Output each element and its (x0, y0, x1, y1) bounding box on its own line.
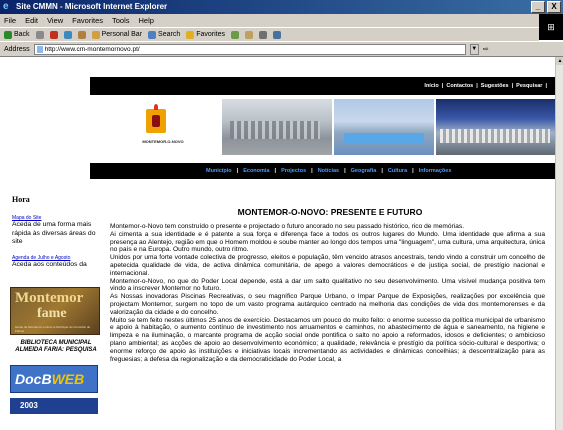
page-viewport: Início | Contactos | Sugestões | Pesquis… (0, 57, 555, 430)
refresh-button[interactable] (63, 30, 72, 39)
top-link-inicio[interactable]: Início (424, 83, 438, 89)
close-button[interactable]: X (547, 1, 561, 13)
paragraph-6: Muito se tem feito nestes últimos 25 ano… (110, 316, 545, 363)
site-map-description: Aceda de uma forma mais rápida às divers… (12, 221, 96, 245)
internet-explorer-icon: e (3, 1, 9, 12)
nav-geografia[interactable]: Geografia (351, 168, 377, 174)
address-input[interactable]: http://www.cm-montemornovo.pt/ (33, 43, 466, 55)
castle-logo-icon (146, 104, 166, 133)
menu-tools[interactable]: Tools (112, 16, 130, 25)
refresh-icon (63, 30, 72, 39)
print-icon (259, 30, 268, 39)
paragraph-4: Montemor-o-Novo, no que do Poder Local d… (110, 277, 545, 293)
window-controls: _ X (531, 1, 561, 13)
stop-button[interactable] (49, 30, 58, 39)
top-link-sugestoes[interactable]: Sugestões (481, 83, 509, 89)
window-title-bar: e Site CMMN - Microsoft Internet Explore… (0, 0, 563, 14)
banner-photo-pool (334, 99, 434, 155)
paragraph-1: Montemor-o-Novo tem construído o present… (110, 223, 465, 230)
site-logo[interactable]: MONTEMOR-O-NOVO (118, 101, 208, 161)
page-title: MONTEMOR-O-NOVO: PRESENTE E FUTURO (237, 207, 423, 217)
search-icon (148, 30, 157, 39)
nav-projectos[interactable]: Projectos (281, 168, 306, 174)
home-icon (77, 30, 86, 39)
site-banner: MONTEMOR-O-NOVO (90, 95, 555, 163)
home-button[interactable] (77, 30, 86, 39)
window-title: Site CMMN - Microsoft Internet Explorer (16, 2, 168, 11)
history-button[interactable] (231, 30, 240, 39)
favorites-icon (186, 30, 195, 39)
menu-bar: File Edit View Favorites Tools Help (0, 14, 563, 27)
page-icon (36, 45, 43, 53)
agenda-description: Aceda aos conteúdos da (12, 261, 87, 268)
paragraph-2: Ai cimenta a sua identidade e é patente … (110, 230, 545, 254)
mail-icon (245, 30, 254, 39)
biblioteca-link[interactable]: BIBLIOTECA MUNICIPAL ALMEIDA FARIA: PESQ… (12, 340, 100, 354)
nav-municipio[interactable]: Município (206, 168, 232, 174)
top-link-contactos[interactable]: Contactos (446, 83, 473, 89)
address-dropdown-button[interactable]: ▼ (469, 43, 479, 55)
year-banner[interactable]: 2003 (10, 398, 98, 414)
windows-logo-throbber: ⊞ (539, 14, 563, 40)
top-link-pesquisar[interactable]: Pesquisar (516, 83, 542, 89)
menu-edit[interactable]: Edit (25, 16, 38, 25)
scroll-up-arrow-icon[interactable]: ▲ (556, 57, 563, 65)
minimize-button[interactable]: _ (531, 1, 545, 13)
address-label: Address (4, 45, 30, 53)
menu-favorites[interactable]: Favorites (72, 16, 103, 25)
vertical-scrollbar[interactable]: ▲ (555, 57, 563, 430)
nav-informacoes[interactable]: Informações (419, 168, 452, 174)
banner-photo-night (436, 99, 555, 155)
favorites-button[interactable]: Favorites (186, 30, 225, 39)
personal-bar-button[interactable]: Personal Bar (91, 30, 142, 39)
back-arrow-icon (4, 30, 12, 39)
nav-cultura[interactable]: Cultura (388, 168, 407, 174)
menu-view[interactable]: View (47, 16, 63, 25)
back-button[interactable]: Back (4, 30, 30, 39)
sidebar-title: Hora (12, 195, 30, 204)
menu-file[interactable]: File (4, 16, 16, 25)
forward-arrow-icon (35, 30, 44, 39)
article-body: Montemor-o-Novo tem construído o present… (110, 223, 545, 363)
site-top-links: Início | Contactos | Sugestões | Pesquis… (90, 77, 555, 95)
banner-photo-town (222, 99, 332, 155)
go-button[interactable]: ⇨ (483, 45, 489, 53)
mail-button[interactable] (245, 30, 254, 39)
search-button[interactable]: Search (148, 30, 180, 39)
logo-text: MONTEMOR-O-NOVO (142, 139, 184, 144)
edit-button[interactable] (273, 30, 282, 39)
personal-bar-icon (91, 30, 100, 39)
docb-web-banner[interactable]: DocBWEB (10, 365, 98, 393)
menu-help[interactable]: Help (139, 16, 154, 25)
history-icon (231, 30, 240, 39)
paragraph-3: Unidos por uma forte vontade colectiva d… (110, 254, 545, 277)
address-url: http://www.cm-montemornovo.pt/ (44, 45, 140, 53)
address-bar: Address http://www.cm-montemornovo.pt/ ▼… (0, 41, 563, 57)
nav-economia[interactable]: Economia (243, 168, 269, 174)
edit-icon (273, 30, 282, 39)
forward-button[interactable] (35, 30, 44, 39)
paragraph-5: As Nossas inovadoras Piscinas Recreativa… (110, 293, 545, 316)
nav-noticias[interactable]: Notícias (318, 168, 339, 174)
site-nav: Município | Economia | Projectos | Notíc… (90, 163, 555, 179)
montemor-fame-banner[interactable]: Montemor fame Gente de Montemor-o-Novo a… (10, 287, 100, 335)
print-button[interactable] (259, 30, 268, 39)
stop-icon (49, 30, 58, 39)
toolbar: Back Personal Bar Search Favorites (0, 27, 539, 41)
